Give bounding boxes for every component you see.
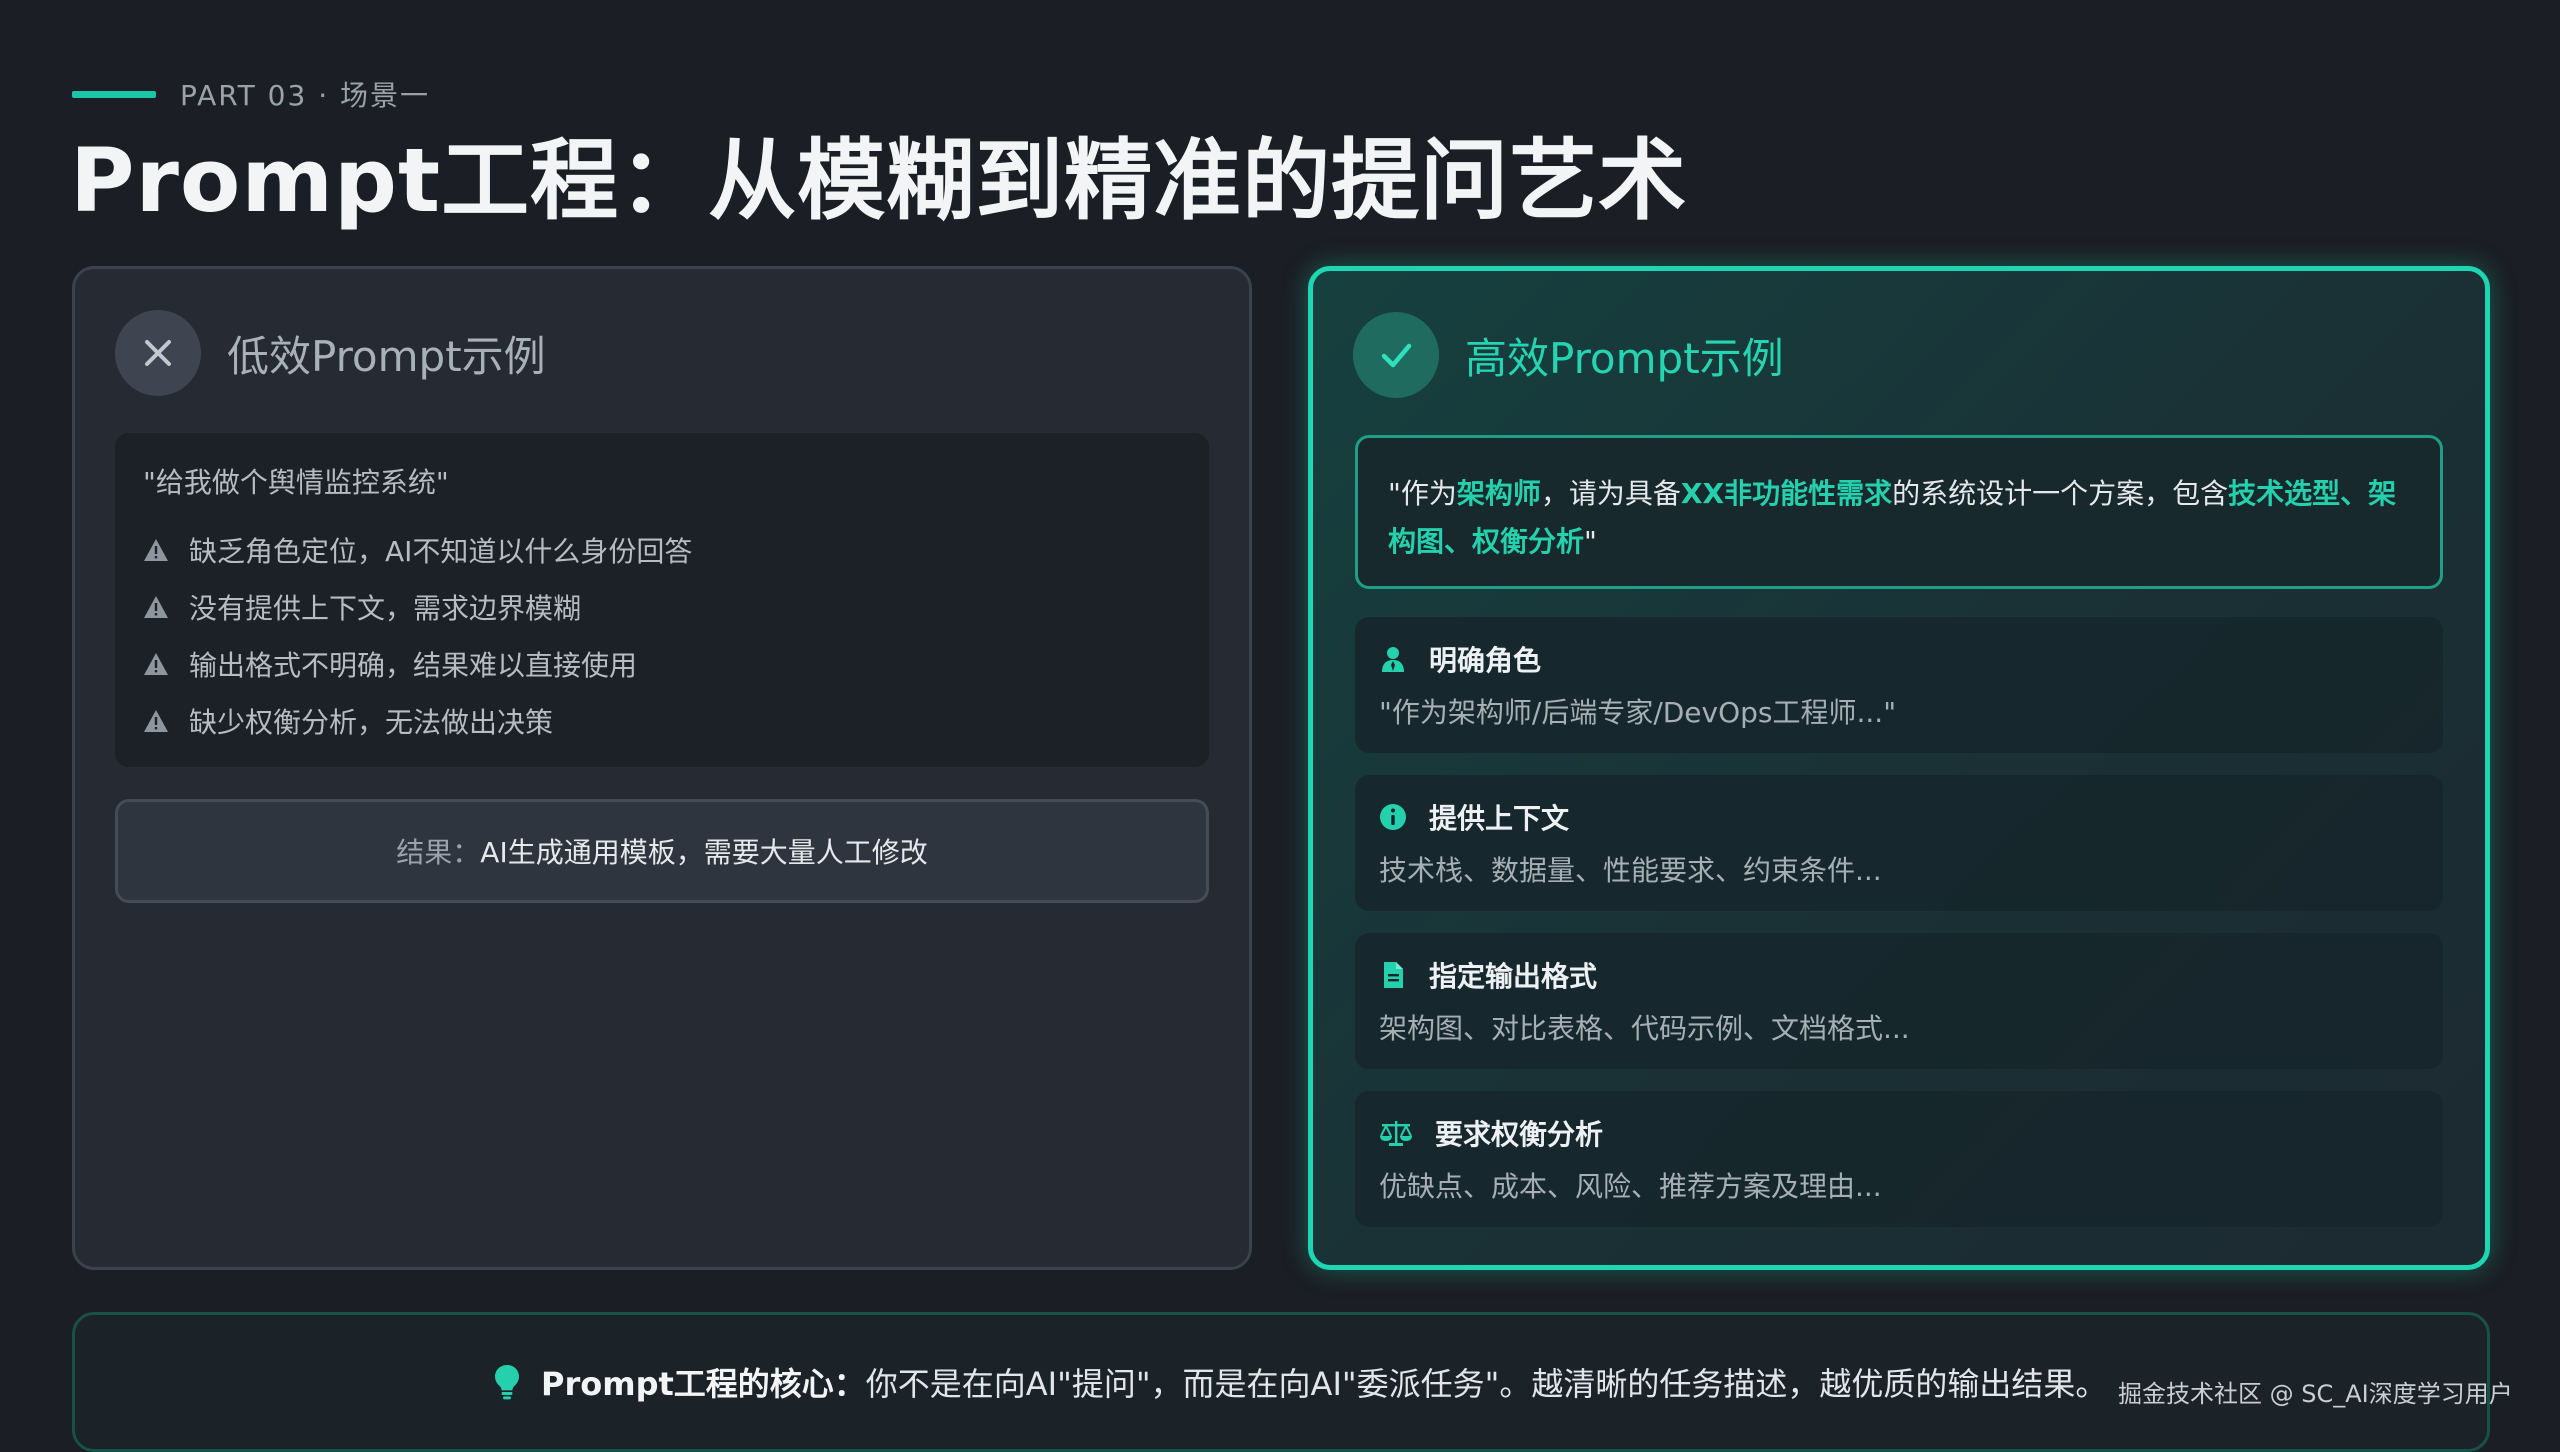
scale-icon [1380,1121,1412,1146]
list-item: 没有提供上下文，需求边界模糊 [143,578,1181,635]
good-prompt-quote: "作为架构师，请为具备XX非功能性需求的系统设计一个方案，包含技术选型、架构图、… [1355,435,2443,589]
bad-card-title: 低效Prompt示例 [227,331,546,381]
info-icon [1380,804,1406,830]
good-card-title: 高效Prompt示例 [1465,333,1784,383]
warning-icon [144,709,168,732]
result-text: AI生成通用模板，需要大量人工修改 [480,836,928,869]
warning-icon [144,595,168,618]
feature-title: 提供上下文 [1429,802,1570,835]
page-title: Prompt工程：从模糊到精准的提问艺术 [70,129,1688,232]
core-insight-line: Prompt工程的核心： 你不是在向AI"提问"，而是在向AI"委派任务"。越清晰… [493,1359,2107,1405]
issue-text: 没有提供上下文，需求边界模糊 [189,591,582,625]
quote-text: 的系统设计一个方案，包含 [1892,477,2229,510]
part-label-text: PART 03 · 场景一 [180,79,431,112]
feature-desc: 优缺点、成本、风险、推荐方案及理由... [1379,1170,1882,1203]
bad-prompt-box: "给我做个舆情监控系统" 缺乏角色定位，AI不知道以什么身份回答 没有提供上下文… [115,433,1209,767]
issue-text: 缺乏角色定位，AI不知道以什么身份回答 [189,534,693,568]
feature-title: 明确角色 [1429,644,1542,677]
feature-format: 指定输出格式 架构图、对比表格、代码示例、文档格式... [1355,933,2443,1069]
good-card-header: 高效Prompt示例 [1353,311,1784,399]
quote-highlight: XX非功能性需求 [1680,477,1893,510]
watermark: 掘金技术社区 @ SC_AI深度学习用户 [2118,1380,2513,1408]
core-insight-text: 你不是在向AI"提问"，而是在向AI"委派任务"。越清晰的任务描述，越优质的输出… [865,1365,2108,1403]
list-item: 缺乏角色定位，AI不知道以什么身份回答 [143,521,1181,578]
issue-text: 缺少权衡分析，无法做出决策 [189,705,554,739]
feature-desc: 架构图、对比表格、代码示例、文档格式... [1379,1012,1910,1045]
feature-tradeoff: 要求权衡分析 优缺点、成本、风险、推荐方案及理由... [1355,1091,2443,1227]
quote-text: "作为 [1388,477,1457,510]
result-label: 结果： [396,836,481,869]
warning-icon [144,538,168,561]
issue-text: 输出格式不明确，结果难以直接使用 [189,648,638,682]
quote-text: " [1584,525,1597,558]
feature-context: 提供上下文 技术栈、数据量、性能要求、约束条件... [1355,775,2443,911]
bad-prompt-card: 低效Prompt示例 "给我做个舆情监控系统" 缺乏角色定位，AI不知道以什么身… [72,266,1252,1270]
bad-card-header: 低效Prompt示例 [115,309,546,397]
core-insight-label: Prompt工程的核心： [541,1365,866,1403]
result-box: 结果： AI生成通用模板，需要大量人工修改 [115,799,1209,903]
list-item: 输出格式不明确，结果难以直接使用 [143,635,1181,692]
quote-text: ，请为具备 [1540,477,1681,510]
feature-role: 明确角色 "作为架构师/后端专家/DevOps工程师..." [1355,617,2443,753]
list-item: 缺少权衡分析，无法做出决策 [143,692,1181,749]
section-label: PART 03 · 场景一 [72,76,430,112]
user-icon [1382,647,1404,672]
feature-title: 要求权衡分析 [1435,1118,1604,1151]
document-icon [1384,962,1403,988]
close-icon [115,310,201,396]
quote-highlight: 架构师 [1456,477,1541,510]
feature-desc: 技术栈、数据量、性能要求、约束条件... [1379,854,1882,887]
feature-title: 指定输出格式 [1429,960,1598,993]
accent-line [72,90,156,98]
check-icon [1353,312,1439,398]
bad-prompt-quote: "给我做个舆情监控系统" [143,466,449,499]
lightbulb-icon [495,1365,519,1400]
feature-desc: "作为架构师/后端专家/DevOps工程师..." [1379,696,1897,729]
good-prompt-card: 高效Prompt示例 "作为架构师，请为具备XX非功能性需求的系统设计一个方案，… [1308,266,2490,1270]
warning-icon [144,652,168,675]
